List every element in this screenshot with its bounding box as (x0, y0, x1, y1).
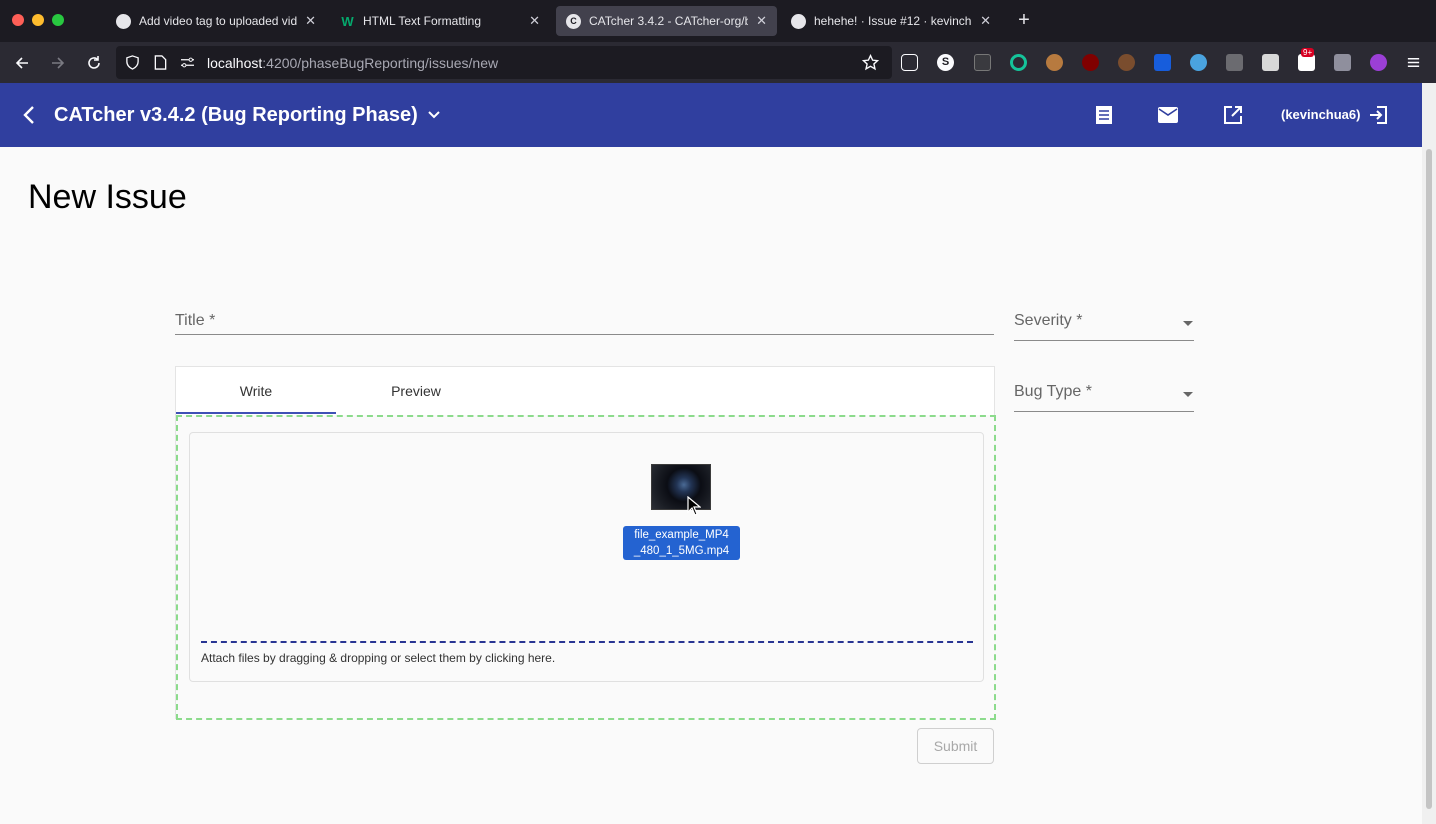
close-tab-icon[interactable]: ✕ (980, 13, 991, 29)
calendar-extension-icon[interactable] (1226, 54, 1243, 71)
github-icon (116, 13, 131, 29)
dragged-file-name: file_example_MP4 _480_1_5MG.mp4 (623, 526, 740, 560)
browser-tab[interactable]: hehehe! · Issue #12 · kevinchuad ✕ (781, 6, 1001, 36)
back-arrow-icon[interactable] (17, 103, 41, 127)
permissions-icon[interactable] (180, 56, 195, 69)
title-underline (175, 334, 994, 335)
url-text[interactable]: localhost:4200/phaseBugReporting/issues/… (207, 55, 498, 71)
tab-title: CATcher 3.4.2 - CATcher-org/bug (589, 14, 749, 28)
bookmark-star-icon[interactable] (862, 54, 879, 71)
close-tab-icon[interactable]: ✕ (529, 13, 540, 29)
username-label: (kevinchua6) (1281, 107, 1361, 122)
mouse-cursor-icon (687, 496, 701, 516)
tab-preview[interactable]: Preview (336, 367, 496, 414)
tab-title: Add video tag to uploaded video (139, 14, 298, 28)
notification-extension-icon[interactable]: 9+ (1298, 48, 1315, 71)
issue-list-icon[interactable] (1092, 103, 1116, 127)
dragged-video-thumbnail (651, 464, 711, 510)
severity-dropdown-icon (1183, 321, 1193, 326)
open-external-icon[interactable] (1221, 103, 1245, 127)
bug-type-underline (1014, 411, 1194, 412)
severity-underline (1014, 340, 1194, 341)
browser-tab[interactable]: Add video tag to uploaded video ✕ (106, 6, 326, 36)
clipboard-icon[interactable] (974, 54, 991, 71)
submit-button[interactable]: Submit (917, 728, 994, 764)
bitwarden-icon[interactable] (1154, 54, 1171, 71)
menu-icon[interactable] (1406, 55, 1423, 72)
notification-badge: 9+ (1301, 48, 1315, 57)
app-toolbar: CATcher v3.4.2 (Bug Reporting Phase) (ke… (0, 83, 1422, 147)
browser-nav-bar: localhost:4200/phaseBugReporting/issues/… (0, 42, 1436, 83)
browser-tab-active[interactable]: C CATcher 3.4.2 - CATcher-org/bug ✕ (556, 6, 777, 36)
browser-tab[interactable]: W HTML Text Formatting ✕ (330, 6, 550, 36)
tab-write[interactable]: Write (176, 367, 336, 414)
w3schools-icon: W (341, 13, 354, 29)
script-extension-icon[interactable] (1334, 54, 1351, 71)
attach-files-link[interactable]: Attach files by dragging & dropping or s… (201, 651, 555, 665)
reload-icon[interactable] (81, 50, 107, 76)
tab-write-label: Write (239, 382, 273, 399)
pen-extension-icon[interactable] (1190, 54, 1207, 71)
tab-title: hehehe! · Issue #12 · kevinchuad (814, 14, 972, 28)
title-label: Title * (175, 312, 216, 329)
attach-divider (201, 641, 973, 643)
title-input[interactable]: Title * (175, 308, 994, 336)
page-title: New Issue (28, 178, 187, 216)
file-dropzone[interactable]: file_example_MP4 _480_1_5MG.mp4 Attach f… (176, 415, 996, 720)
page-icon[interactable] (154, 55, 167, 70)
close-window-button[interactable] (12, 14, 24, 26)
scrollbar-thumb[interactable] (1426, 149, 1432, 809)
bug-type-select[interactable]: Bug Type * (1014, 379, 1194, 413)
browser-tab-bar: Add video tag to uploaded video ✕ W HTML… (0, 0, 1436, 42)
owl-extension-icon[interactable] (1046, 54, 1063, 71)
minimize-window-button[interactable] (32, 14, 44, 26)
close-tab-icon[interactable]: ✕ (756, 13, 767, 29)
tab-preview-label: Preview (391, 382, 441, 399)
close-tab-icon[interactable]: ✕ (305, 13, 316, 29)
back-icon[interactable] (9, 50, 35, 76)
logout-icon[interactable] (1367, 103, 1391, 127)
mail-icon[interactable] (1156, 103, 1180, 127)
shield-icon[interactable] (125, 55, 140, 70)
github-icon (791, 13, 806, 29)
zoom-window-button[interactable] (52, 14, 64, 26)
bug-type-label: Bug Type * (1014, 383, 1092, 400)
description-editor: Write Preview file_example_MP4 _480_1_5M… (175, 366, 996, 720)
tab-title: HTML Text Formatting (363, 14, 482, 28)
bug-type-dropdown-icon (1183, 392, 1193, 397)
active-tab-indicator (176, 412, 336, 414)
address-bar[interactable]: localhost:4200/phaseBugReporting/issues/… (116, 46, 892, 79)
pocket-icon[interactable] (901, 54, 918, 71)
new-tab-button[interactable]: + (1014, 9, 1034, 31)
printer-extension-icon[interactable] (1262, 54, 1279, 71)
catcher-icon: C (566, 13, 581, 29)
hexagon-extension-icon[interactable] (1370, 54, 1387, 71)
app-title: CATcher v3.4.2 (Bug Reporting Phase) (54, 104, 418, 126)
cookie-extension-icon[interactable] (1118, 54, 1135, 71)
phase-chevron-down-icon[interactable] (422, 103, 446, 127)
forward-icon[interactable] (45, 50, 71, 76)
severity-select[interactable]: Severity * (1014, 308, 1194, 342)
grammarly-icon[interactable] (1010, 54, 1027, 71)
severity-label: Severity * (1014, 312, 1083, 329)
description-textarea[interactable]: file_example_MP4 _480_1_5MG.mp4 Attach f… (189, 432, 984, 682)
ublock-icon[interactable] (1082, 54, 1099, 71)
s-extension-icon[interactable]: S (937, 54, 954, 71)
page-scrollbar[interactable] (1422, 83, 1436, 824)
